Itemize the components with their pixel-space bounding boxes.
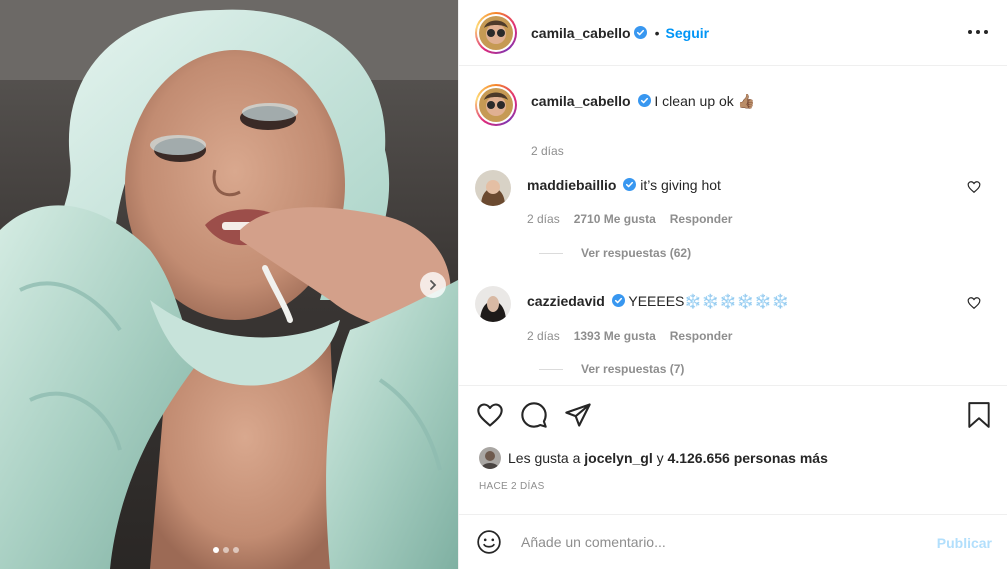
follow-button[interactable]: Seguir <box>666 25 710 41</box>
verified-badge-icon <box>623 178 637 191</box>
comment-likes[interactable]: 1393 Me gusta <box>574 329 656 343</box>
comment-text: it’s giving hot <box>640 177 721 193</box>
caption-text: I clean up ok 👍🏽 <box>654 93 756 109</box>
liker-username[interactable]: jocelyn_gl <box>584 450 652 466</box>
author-avatar[interactable] <box>475 11 517 54</box>
carousel-dot <box>223 547 229 553</box>
likes-others[interactable]: 4.126.656 personas más <box>668 450 828 466</box>
comment-icon[interactable] <box>520 401 548 429</box>
caption-age: 2 días <box>531 144 564 158</box>
comment-age[interactable]: 2 días <box>527 329 560 343</box>
comment-text: YEEEES❄️❄️❄️❄️❄️❄️ <box>628 293 789 309</box>
comment-username[interactable]: maddiebaillio <box>527 177 616 193</box>
carousel-next-button[interactable] <box>420 272 446 298</box>
emoji-icon[interactable] <box>476 529 502 555</box>
more-options-icon[interactable] <box>968 24 988 40</box>
bookmark-icon[interactable] <box>966 401 992 429</box>
comment-item: maddiebaillio it’s giving hot 2 días 271… <box>475 170 995 226</box>
post-caption: camila_cabello I clean up ok 👍🏽 2 días <box>475 84 995 158</box>
comment-likes[interactable]: 2710 Me gusta <box>574 212 656 226</box>
separator-dot: • <box>654 24 660 41</box>
verified-badge-icon <box>633 26 647 39</box>
likes-prefix: Les gusta a <box>508 450 581 466</box>
verified-badge-icon <box>611 294 625 307</box>
photo-image <box>0 0 458 569</box>
view-replies-button[interactable]: Ver respuestas (62) <box>539 246 691 260</box>
chevron-right-icon <box>430 280 437 290</box>
comment-like-heart-icon[interactable] <box>967 296 981 310</box>
reply-button[interactable]: Responder <box>670 212 733 226</box>
caption-username[interactable]: camila_cabello <box>531 93 631 109</box>
comment-age[interactable]: 2 días <box>527 212 560 226</box>
publish-button[interactable]: Publicar <box>937 535 992 551</box>
liker-avatar <box>479 447 501 469</box>
comment-username[interactable]: cazziedavid <box>527 293 605 309</box>
likes-summary[interactable]: Les gusta a jocelyn_gl y 4.126.656 perso… <box>479 447 828 469</box>
comment-avatar[interactable] <box>475 286 511 322</box>
author-username[interactable]: camila_cabello <box>531 25 631 41</box>
caption-avatar[interactable] <box>475 84 517 126</box>
verified-badge-icon <box>637 94 651 107</box>
view-replies-label: Ver respuestas (62) <box>581 246 692 260</box>
post-header: camila_cabello • Seguir <box>459 0 1007 66</box>
carousel-indicator <box>213 547 239 553</box>
comment-input[interactable]: Añade un comentario... <box>521 534 1007 550</box>
view-replies-button[interactable]: Ver respuestas (7) <box>539 362 684 376</box>
carousel-dot <box>233 547 239 553</box>
post-actions <box>459 385 1007 428</box>
comment-item: cazziedavid YEEEES❄️❄️❄️❄️❄️❄️ 2 días 13… <box>475 286 995 343</box>
post-dialog: camila_cabello • Seguir camila_cabello I… <box>0 0 1007 569</box>
comment-like-heart-icon[interactable] <box>967 180 981 194</box>
comment-avatar[interactable] <box>475 170 511 206</box>
heart-icon[interactable] <box>476 401 504 429</box>
send-icon[interactable] <box>564 401 592 429</box>
reply-button[interactable]: Responder <box>670 329 733 343</box>
add-comment-bar: Añade un comentario... Publicar <box>459 514 1007 569</box>
post-side-panel: camila_cabello • Seguir camila_cabello I… <box>458 0 1007 569</box>
post-photo[interactable] <box>0 0 458 569</box>
likes-conj: y <box>656 450 664 466</box>
carousel-dot <box>213 547 219 553</box>
view-replies-label: Ver respuestas (7) <box>581 362 685 376</box>
post-timestamp[interactable]: HACE 2 DÍAS <box>479 481 545 492</box>
